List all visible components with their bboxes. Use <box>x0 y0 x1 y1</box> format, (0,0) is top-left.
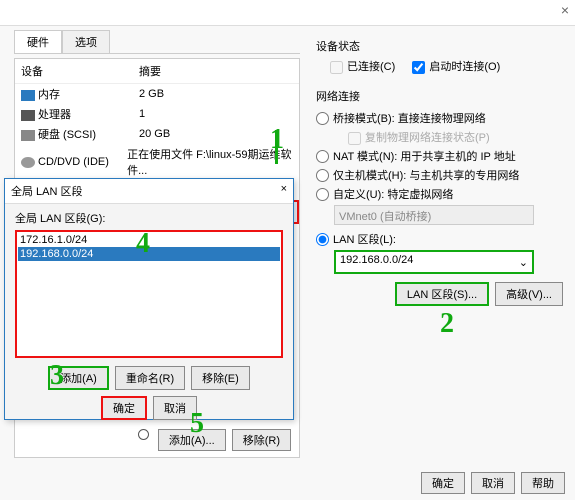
dialog-rename-button[interactable]: 重命名(R) <box>115 366 185 390</box>
remove-device-button[interactable]: 移除(R) <box>232 429 291 451</box>
dialog-label: 全局 LAN 区段(G): <box>15 210 283 226</box>
window-title <box>0 0 16 16</box>
lan-radio[interactable]: LAN 区段(L): <box>316 231 563 247</box>
dialog-title: 全局 LAN 区段 <box>11 183 83 199</box>
device-row[interactable]: CD/DVD (IDE)正在使用文件 F:\linux-59期运维软件... <box>15 144 299 180</box>
device-icon <box>21 90 35 101</box>
tab-options[interactable]: 选项 <box>62 30 110 53</box>
dialog-remove-button[interactable]: 移除(E) <box>191 366 250 390</box>
connected-checkbox[interactable]: 已连接(C) <box>330 61 395 73</box>
col-summary: 摘要 <box>139 63 161 79</box>
bridge-copy-checkbox: 复制物理网络连接状态(P) <box>348 132 490 144</box>
connect-on-start-checkbox[interactable]: 启动时连接(O) <box>412 61 500 73</box>
custom-radio[interactable]: 自定义(U): 特定虚拟网络 <box>316 186 563 202</box>
hostonly-radio[interactable]: 仅主机模式(H): 与主机共享的专用网络 <box>316 167 563 183</box>
lan-select[interactable]: 192.168.0.0/24 ⌄ <box>334 250 534 274</box>
annotation-2: 2 <box>440 308 454 340</box>
device-icon <box>21 110 35 121</box>
close-icon[interactable]: × <box>561 2 569 18</box>
device-row[interactable]: 内存2 GB <box>15 84 299 104</box>
device-icon <box>21 157 35 168</box>
tabs: 硬件 选项 <box>14 30 300 54</box>
gear-icon <box>138 429 149 440</box>
dialog-close-icon[interactable]: × <box>281 183 287 199</box>
ok-button[interactable]: 确定 <box>421 472 465 494</box>
network-title: 网络连接 <box>316 88 563 104</box>
cancel-button[interactable]: 取消 <box>471 472 515 494</box>
advanced-button[interactable]: 高级(V)... <box>495 282 563 306</box>
bridge-radio[interactable]: 桥接模式(B): 直接连接物理网络 <box>316 110 563 126</box>
annotation-1: 1 <box>270 124 284 156</box>
tab-hardware[interactable]: 硬件 <box>14 30 62 53</box>
device-row[interactable]: 硬盘 (SCSI)20 GB <box>15 124 299 144</box>
annotation-4: 4 <box>136 228 150 260</box>
device-row[interactable]: 处理器1 <box>15 104 299 124</box>
chevron-down-icon: ⌄ <box>519 256 528 269</box>
dialog-ok-button[interactable]: 确定 <box>101 396 147 420</box>
window-titlebar: × <box>0 0 575 26</box>
status-title: 设备状态 <box>316 38 563 54</box>
annotation-5: 5 <box>190 408 204 440</box>
device-icon <box>21 130 35 141</box>
custom-select: VMnet0 (自动桥接) <box>334 205 534 225</box>
col-device: 设备 <box>21 63 139 79</box>
help-button[interactable]: 帮助 <box>521 472 565 494</box>
nat-radio[interactable]: NAT 模式(N): 用于共享主机的 IP 地址 <box>316 148 563 164</box>
annotation-3: 3 <box>50 360 64 392</box>
lan-segment-dialog: 全局 LAN 区段 × 全局 LAN 区段(G): 172.16.1.0/24 … <box>4 178 294 420</box>
lan-segment-button[interactable]: LAN 区段(S)... <box>395 282 489 306</box>
